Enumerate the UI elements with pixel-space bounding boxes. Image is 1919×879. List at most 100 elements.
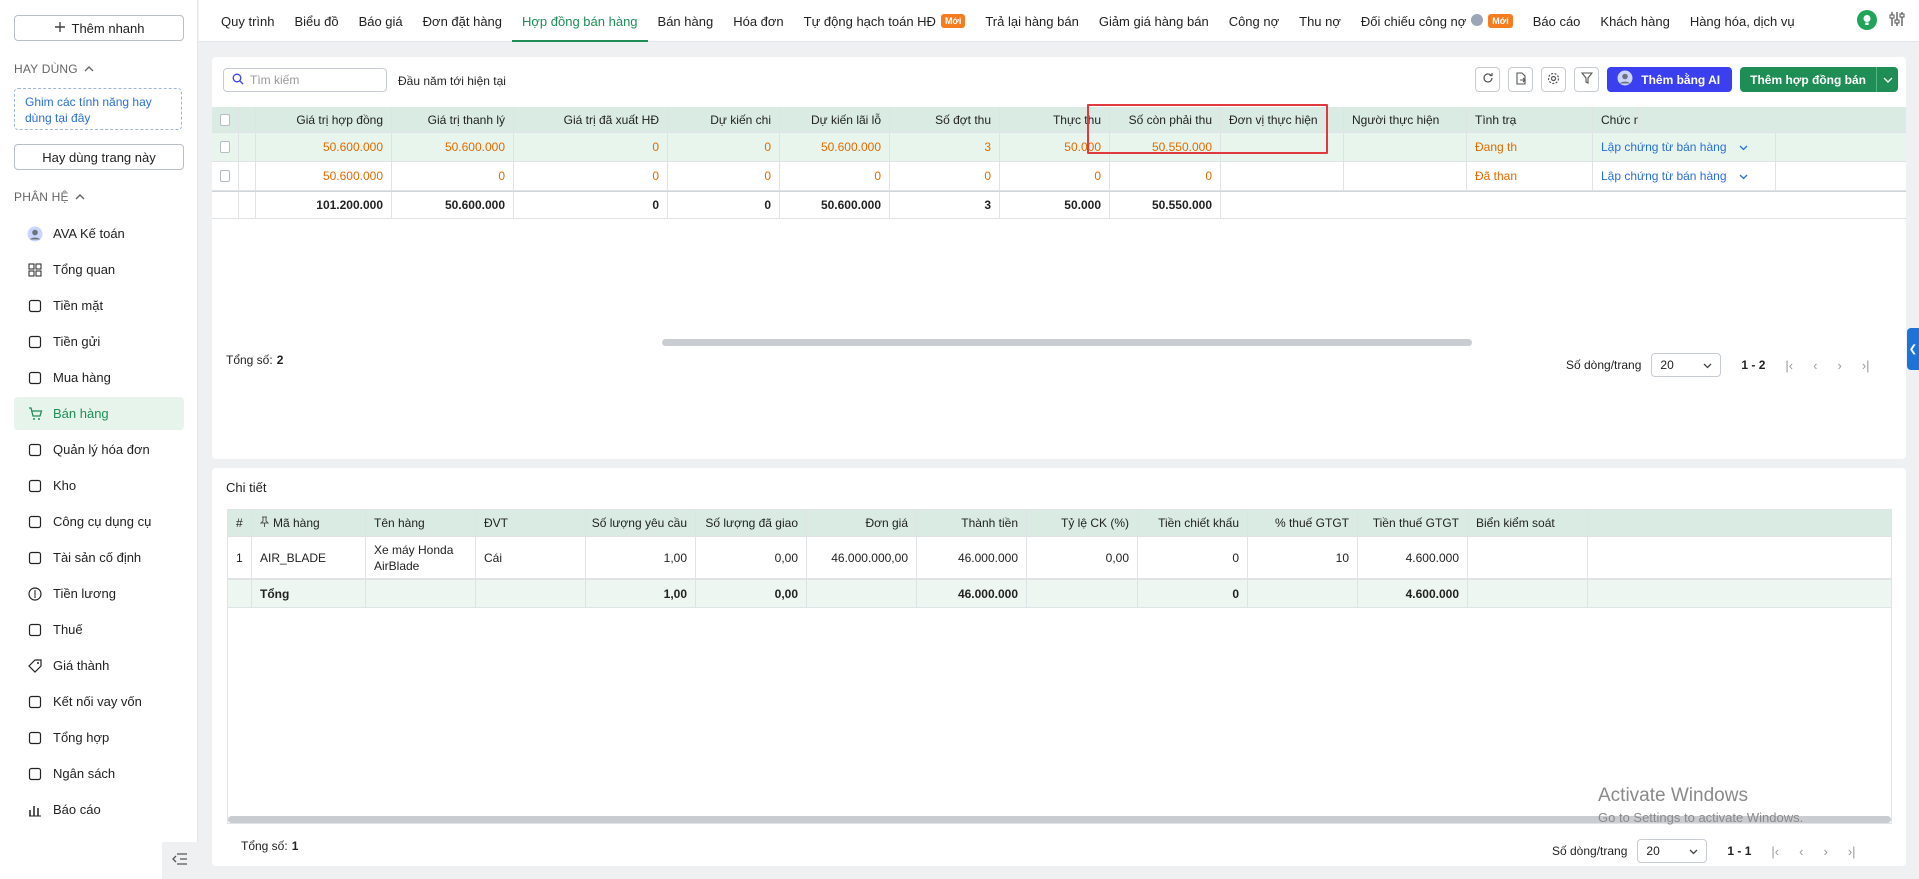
sidebar-item-14[interactable]: Tổng hợp [14,721,184,754]
settings-button[interactable] [1541,67,1567,92]
tab-6[interactable]: Hóa đơn [723,0,793,42]
tab-14[interactable]: Khách hàng [1590,0,1679,42]
column-header[interactable]: Giá trị hợp đồng [256,107,392,132]
tab-7[interactable]: Tự động hạch toán HĐ Mới [794,0,976,42]
row-checkbox[interactable] [220,141,230,153]
filter-button[interactable] [1574,67,1600,92]
column-header[interactable]: Tiền chiết khấu [1138,510,1248,536]
first-page-icon[interactable]: |‹ [1785,358,1793,373]
tab-3[interactable]: Đơn đặt hàng [413,0,512,42]
sidebar-item-0[interactable]: AVA Kế toán [14,217,184,250]
sidebar-item-9[interactable]: Tài sản cố định [14,541,184,574]
collapse-sidebar-button[interactable] [162,842,198,879]
sidebar-item-5[interactable]: Bán hàng [14,397,184,430]
tab-2[interactable]: Báo giá [349,0,413,42]
first-page-icon[interactable]: |‹ [1771,844,1779,859]
sidebar-item-12[interactable]: Giá thành [14,649,184,682]
column-header[interactable]: Tình trạ [1467,107,1593,132]
sidebar-item-16[interactable]: Báo cáo [14,793,184,826]
row-checkbox-cell[interactable] [212,162,239,190]
add-contract-button[interactable]: Thêm hợp đồng bán [1740,67,1876,92]
horizontal-scrollbar[interactable] [662,339,1472,346]
action-cell[interactable]: Lập chứng từ bán hàng [1593,162,1776,190]
rows-per-page-select[interactable]: 20 [1651,353,1722,377]
row-checkbox-cell[interactable] [212,133,239,161]
table-row[interactable]: 50.600.000 0 0 0 0 0 0 0 Đã than Lập chứng từ bán… [212,162,1906,191]
tab-13[interactable]: Báo cáo [1523,0,1591,42]
pin-this-page-button[interactable]: Hay dùng trang này [14,144,184,170]
tab-5[interactable]: Bán hàng [648,0,724,42]
select-all-checkbox[interactable] [220,113,230,126]
select-all-checkbox-cell[interactable] [212,107,239,132]
column-header[interactable]: Người thực hiện [1344,107,1467,132]
action-cell[interactable]: Lập chứng từ bán hàng [1593,133,1776,161]
column-header[interactable]: Giá trị thanh lý [392,107,514,132]
column-header[interactable]: Số lượng yêu cầu [586,510,696,536]
quick-add-button[interactable]: Thêm nhanh [14,15,184,41]
settings-sliders-icon[interactable] [1889,11,1905,30]
detail-table-row[interactable]: 1 AIR_BLADE Xe máy Honda AirBlade Cái 1,00 0,… [228,537,1891,579]
sidebar-item-11[interactable]: Thuế [14,613,184,646]
sidebar-item-10[interactable]: Tiền lương [14,577,184,610]
tab-11[interactable]: Thu nợ [1289,0,1351,42]
pin-icon[interactable] [259,516,270,530]
column-header[interactable]: Số lượng đã giao [696,510,807,536]
chevron-down-icon[interactable] [1739,169,1748,183]
sidebar-item-15[interactable]: Ngân sách [14,757,184,790]
sidebar-item-2[interactable]: Tiền mặt [14,289,184,322]
column-header[interactable]: Dự kiến lãi lỗ [780,107,890,132]
column-header[interactable]: # [228,510,252,536]
last-page-icon[interactable]: ›| [1848,844,1856,859]
column-header[interactable]: Số đợt thu [890,107,1000,132]
tab-0[interactable]: Quy trình [211,0,284,42]
sidebar-item-3[interactable]: Tiền gửi [14,325,184,358]
column-header[interactable]: Đơn vị thực hiện [1221,107,1344,132]
period-filter[interactable]: Đầu năm tới hiện tại [398,74,506,88]
column-header[interactable]: Dự kiến chi [668,107,780,132]
sidebar-item-8[interactable]: Công cụ dụng cụ [14,505,184,538]
lightbulb-icon[interactable] [1857,10,1877,30]
table-row[interactable]: 50.600.000 50.600.000 0 0 50.600.000 3 50.000 5… [212,133,1906,162]
chevron-down-icon[interactable] [1876,67,1898,92]
sidebar-item-4[interactable]: Mua hàng [14,361,184,394]
tab-12[interactable]: Đối chiếu công nợ Mới [1351,0,1523,42]
last-page-icon[interactable]: ›| [1862,358,1870,373]
create-sales-voucher-link[interactable]: Lập chứng từ bán hàng [1601,140,1727,154]
tab-9[interactable]: Giảm giá hàng bán [1089,0,1219,42]
column-header[interactable]: Thực thu [1000,107,1110,132]
column-header[interactable]: Đơn giá [807,510,917,536]
column-header[interactable]: Chức năng [1593,107,1639,132]
modules-section-title[interactable]: PHÂN HỆ [14,190,85,204]
sidebar-item-1[interactable]: Tổng quan [14,253,184,286]
tab-8[interactable]: Trả lại hàng bán [975,0,1088,42]
tab-15[interactable]: Hàng hóa, dịch vụ [1680,0,1805,42]
tab-4[interactable]: Hợp đồng bán hàng [512,0,648,42]
export-button[interactable] [1508,67,1534,92]
column-header[interactable]: Thành tiền [917,510,1027,536]
detail-rows-per-page-select[interactable]: 20 [1637,839,1708,863]
column-header[interactable]: ĐVT [476,510,586,536]
sidebar-item-6[interactable]: Quản lý hóa đơn [14,433,184,466]
column-header[interactable]: Tiền thuế GTGT [1358,510,1468,536]
create-sales-voucher-link[interactable]: Lập chứng từ bán hàng [1601,169,1727,183]
column-header[interactable]: Mã hàng [252,510,366,536]
tab-10[interactable]: Công nợ [1219,0,1289,42]
add-with-ai-button[interactable]: Thêm bằng AI [1607,67,1733,92]
row-checkbox[interactable] [220,170,230,182]
sidebar-item-13[interactable]: Kết nối vay vốn [14,685,184,718]
side-panel-toggle[interactable]: ❮ [1907,328,1919,370]
column-header[interactable]: Biển kiểm soát [1468,510,1588,536]
sidebar-item-7[interactable]: Kho [14,469,184,502]
search-input[interactable]: Tìm kiếm [223,68,387,92]
refresh-button[interactable] [1475,67,1501,92]
favorites-section-title[interactable]: HAY DÙNG [14,62,94,76]
chevron-down-icon[interactable] [1739,140,1748,154]
tab-1[interactable]: Biểu đồ [284,0,348,42]
prev-page-icon[interactable]: ‹ [1813,358,1817,373]
column-header[interactable]: Tỷ lệ CK (%) [1027,510,1138,536]
column-header[interactable]: Giá trị đã xuất HĐ [514,107,668,132]
next-page-icon[interactable]: › [1823,844,1827,859]
prev-page-icon[interactable]: ‹ [1799,844,1803,859]
column-header[interactable]: Số còn phải thu [1110,107,1221,132]
column-header[interactable]: % thuế GTGT [1248,510,1358,536]
